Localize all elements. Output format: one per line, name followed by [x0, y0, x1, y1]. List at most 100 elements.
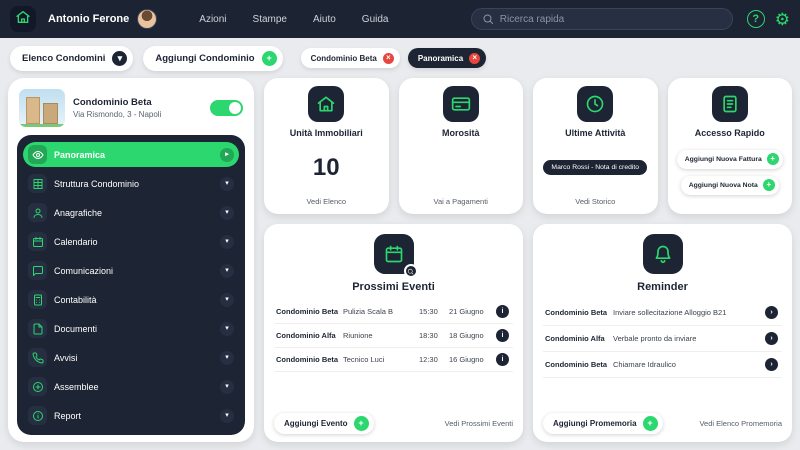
controls-row: Elenco Condomini ▾ Aggiungi Condominio +… — [0, 38, 800, 78]
card-title: Morosità — [441, 128, 480, 138]
tab-label: Panoramica — [417, 53, 464, 63]
nav-item-guida[interactable]: Guida — [362, 14, 389, 25]
nav-item-stampe[interactable]: Stampe — [253, 14, 287, 25]
reminder-condo: Condominio Alfa — [545, 334, 605, 343]
chevron-right-icon[interactable]: › — [765, 332, 778, 345]
vai-a-pagamenti-link[interactable]: Vai a Pagamenti — [434, 197, 488, 208]
sidebar-item-comunicazioni[interactable]: Comunicazioni ▾ — [23, 258, 239, 283]
chevron-down-icon: ▾ — [112, 50, 128, 66]
button-label: Aggiungi Evento — [284, 419, 348, 428]
calendar-icon — [373, 234, 418, 278]
app-logo[interactable] — [10, 6, 36, 32]
content: Condominio Beta Via Rismondo, 3 - Napoli… — [0, 78, 800, 450]
reminder-row[interactable]: Condominio Beta Chiamare Idraulico › — [543, 352, 782, 378]
aggiungi-promemoria-button[interactable]: Aggiungi Promemoria + — [543, 413, 663, 434]
open-tabs: Condominio Beta × Panoramica × — [300, 48, 487, 68]
vedi-elenco-promemoria-link[interactable]: Vedi Elenco Promemoria — [699, 419, 782, 428]
chevron-down-icon[interactable]: ▾ — [220, 292, 234, 307]
search-bar[interactable] — [470, 8, 733, 30]
event-name: Riunione — [343, 331, 373, 340]
info-icon[interactable]: i — [496, 305, 509, 318]
close-icon[interactable]: × — [382, 52, 394, 64]
condo-header: Condominio Beta Via Rismondo, 3 - Napoli — [17, 87, 245, 135]
button-label: Aggiungi Promemoria — [553, 419, 637, 428]
sidebar-item-label: Contabilità — [54, 294, 97, 305]
help-button[interactable]: ? — [746, 10, 765, 28]
chevron-right-icon[interactable]: › — [765, 306, 778, 319]
event-condo: Condominio Beta — [276, 307, 339, 316]
chevron-down-icon[interactable]: ▾ — [220, 176, 234, 191]
condo-address: Via Rismondo, 3 - Napoli — [73, 110, 162, 119]
bottom-panels: Prossimi Eventi Condominio Beta Pulizia … — [264, 224, 792, 442]
sidebar-item-label: Assemblee — [54, 381, 99, 392]
question-icon: ? — [752, 13, 760, 25]
chevron-right-icon[interactable]: › — [765, 358, 778, 371]
chevron-down-icon[interactable]: ▾ — [220, 263, 234, 278]
sidebar-item-contabilita[interactable]: Contabilità ▾ — [23, 287, 239, 312]
calendar-icon — [28, 232, 47, 251]
plus-icon: + — [642, 416, 658, 431]
reminder-condo: Condominio Beta — [545, 308, 608, 317]
chevron-down-icon[interactable]: ▾ — [220, 408, 234, 423]
event-date: 18 Giugno — [449, 331, 484, 340]
event-row[interactable]: Condominio Beta Tecnico Luci 12:30 16 Gi… — [274, 348, 513, 372]
avatar[interactable] — [137, 9, 158, 29]
chevron-down-icon[interactable]: ▾ — [220, 205, 234, 220]
card-value: 10 — [312, 153, 340, 181]
vedi-elenco-link[interactable]: Vedi Elenco — [306, 197, 346, 208]
sidebar-item-panoramica[interactable]: Panoramica ▸ — [23, 142, 239, 167]
event-time: 18:30 — [419, 331, 438, 340]
aggiungi-condominio-button[interactable]: Aggiungi Condominio + — [143, 45, 283, 71]
reminder-row[interactable]: Condominio Beta Inviare sollecitazione A… — [543, 300, 782, 326]
card-title: Unità Immobiliari — [289, 128, 363, 138]
chevron-down-icon[interactable]: ▾ — [220, 234, 234, 249]
tab-panoramica[interactable]: Panoramica × — [407, 48, 487, 68]
settings-button[interactable]: ⚙ — [775, 11, 790, 28]
event-row[interactable]: Condominio Alfa Riunione 18:30 18 Giugno… — [274, 324, 513, 348]
structure-icon — [28, 174, 47, 193]
plus-icon: + — [766, 153, 779, 165]
vedi-prossimi-eventi-link[interactable]: Vedi Prossimi Eventi — [445, 419, 513, 428]
plus-circle-icon — [28, 377, 47, 396]
sidebar-item-report[interactable]: Report ▾ — [23, 403, 239, 428]
sidebar-item-documenti[interactable]: Documenti ▾ — [23, 316, 239, 341]
sidebar-item-calendario[interactable]: Calendario ▾ — [23, 229, 239, 254]
reminder-row[interactable]: Condominio Alfa Verbale pronto da inviar… — [543, 326, 782, 352]
aggiungi-evento-button[interactable]: Aggiungi Evento + — [274, 413, 374, 434]
condo-name: Condominio Beta — [73, 97, 152, 108]
aggiungi-nuova-nota-button[interactable]: Aggiungi Nuova Nota + — [680, 175, 779, 195]
chevron-down-icon[interactable]: ▾ — [220, 379, 234, 394]
event-name: Pulizia Scala B — [343, 307, 394, 316]
event-row[interactable]: Condominio Beta Pulizia Scala B 15:30 21… — [274, 300, 513, 324]
nav-item-aiuto[interactable]: Aiuto — [313, 14, 336, 25]
info-icon[interactable]: i — [496, 353, 509, 366]
close-icon[interactable]: × — [469, 52, 481, 64]
activity-item[interactable]: Marco Rossi - Nota di credito — [543, 160, 648, 175]
chevron-down-icon[interactable]: ▾ — [220, 321, 234, 336]
card-unita-immobiliari: Unità Immobiliari 10 Vedi Elenco — [264, 78, 389, 214]
event-condo: Condominio Alfa — [276, 331, 336, 340]
sidebar-item-assemblee[interactable]: Assemblee ▾ — [23, 374, 239, 399]
chat-icon — [28, 261, 47, 280]
sidebar-item-label: Panoramica — [54, 149, 106, 160]
chevron-right-icon[interactable]: ▸ — [220, 147, 234, 162]
search-input[interactable] — [499, 13, 722, 25]
top-nav: Azioni Stampe Aiuto Guida — [199, 14, 388, 25]
sidebar-item-avvisi[interactable]: Avvisi ▾ — [23, 345, 239, 370]
elenco-condomini-button[interactable]: Elenco Condomini ▾ — [10, 45, 134, 71]
aggiungi-nuova-fattura-button[interactable]: Aggiungi Nuova Fattura + — [676, 149, 783, 169]
chevron-down-icon[interactable]: ▾ — [220, 350, 234, 365]
nav-item-azioni[interactable]: Azioni — [199, 14, 226, 25]
elenco-condomini-label: Elenco Condomini — [22, 52, 106, 64]
info-icon[interactable]: i — [496, 329, 509, 342]
vedi-storico-link[interactable]: Vedi Storico — [575, 197, 615, 208]
document-icon — [28, 319, 47, 338]
phone-icon — [28, 348, 47, 367]
sidebar-item-anagrafiche[interactable]: Anagrafiche ▾ — [23, 200, 239, 225]
summary-cards: Unità Immobiliari 10 Vedi Elenco Morosit… — [264, 78, 792, 214]
tab-condominio-beta[interactable]: Condominio Beta × — [300, 48, 400, 68]
event-date: 21 Giugno — [449, 307, 484, 316]
person-icon — [28, 203, 47, 222]
sidebar-item-struttura-condominio[interactable]: Struttura Condominio ▾ — [23, 171, 239, 196]
condo-toggle[interactable] — [210, 100, 243, 116]
